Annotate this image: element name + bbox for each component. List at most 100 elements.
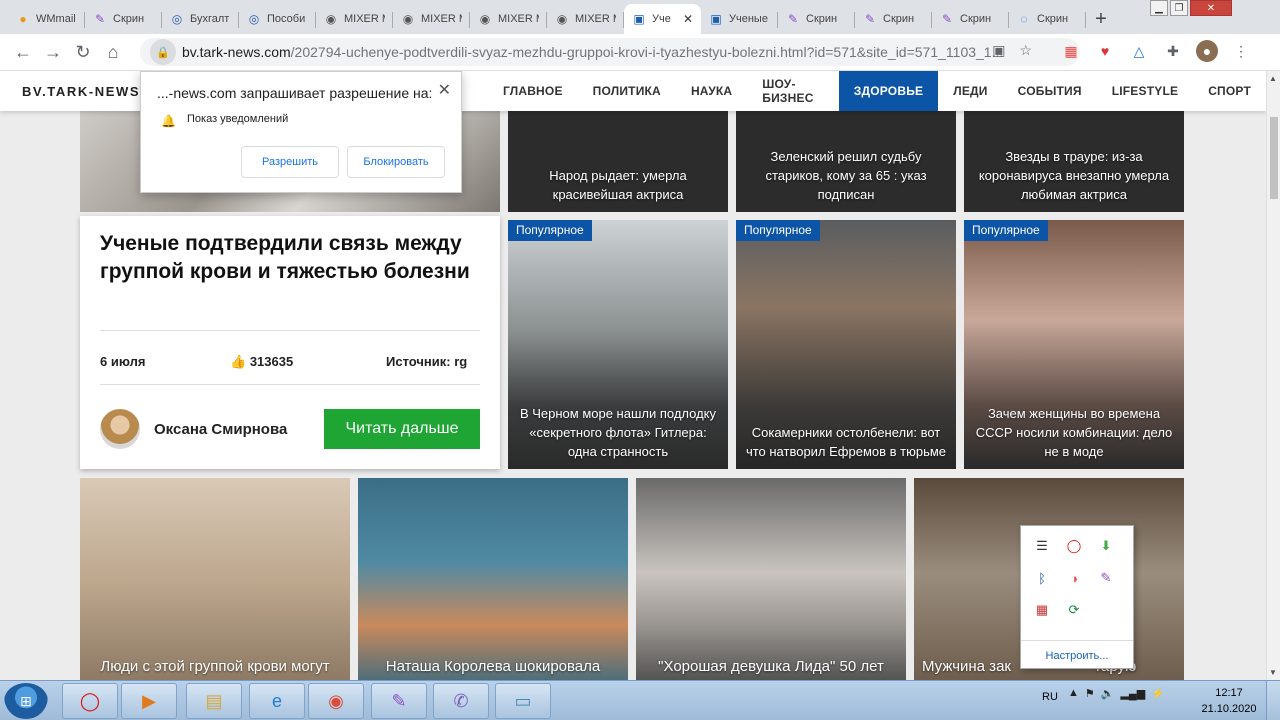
start-button[interactable]: ⊞ xyxy=(4,683,48,719)
popular-card[interactable]: Популярное В Черном море нашли подлодку … xyxy=(508,220,728,469)
feather-icon: ✎ xyxy=(941,12,953,26)
tray-expand-icon[interactable]: ▲ xyxy=(1068,687,1079,700)
tab-3[interactable]: ◎ Пособи xyxy=(239,4,316,34)
globe-icon: ◎ xyxy=(171,12,183,26)
feather-taskbar-icon[interactable]: ✎ xyxy=(371,683,427,719)
close-icon[interactable]: ✕ xyxy=(438,80,451,100)
home-icon[interactable]: ⌂ xyxy=(98,37,128,67)
opera-tray-icon[interactable]: ◯ xyxy=(1063,536,1085,556)
window-close-icon[interactable]: ✕ xyxy=(1190,0,1232,16)
tab-5[interactable]: ◉ MIXER M xyxy=(393,4,470,34)
popular-card[interactable]: Популярное Сокамерники остолбенели: вот … xyxy=(736,220,956,469)
tray-overflow-popup: ☰ ◯ ⬇ ᛒ ◑ ✎ ▦ ⟳ Настроить... xyxy=(1020,525,1134,669)
opera-taskbar-icon[interactable]: ◯ xyxy=(62,683,118,719)
power-icon[interactable]: ⚡ xyxy=(1151,687,1165,700)
pin-extension-icon[interactable]: ♥ xyxy=(1094,40,1116,62)
lock-icon[interactable]: 🔒 xyxy=(150,39,176,65)
menu-dots-icon[interactable]: ⋮ xyxy=(1230,40,1252,62)
notifications-blocked-icon[interactable]: ▣ xyxy=(992,42,1005,59)
new-tab-button[interactable]: + xyxy=(1086,4,1116,34)
clock[interactable]: 12:17 21.10.2020 xyxy=(1200,685,1258,717)
network-signal-icon[interactable]: ▂▄▆ xyxy=(1120,687,1145,700)
chrome-taskbar-icon[interactable]: ◉ xyxy=(308,683,364,719)
tray-settings-icon[interactable]: ☰ xyxy=(1031,536,1053,556)
bluetooth-icon[interactable]: ᛒ xyxy=(1031,568,1053,588)
menu-item-politics[interactable]: ПОЛИТИКА xyxy=(578,71,676,111)
profile-avatar[interactable]: ● xyxy=(1196,40,1218,62)
extensions: ▦ ♥ △ ✚ ● ⋮ xyxy=(1060,40,1252,62)
popular-card[interactable]: Популярное Зачем женщины во времена СССР… xyxy=(964,220,1184,469)
tab-6[interactable]: ◉ MIXER M xyxy=(470,4,547,34)
tab-8-active[interactable]: ▣ Уче ✕ xyxy=(624,4,701,34)
grid-tray-icon[interactable]: ▦ xyxy=(1031,600,1053,620)
download-arrow-icon[interactable]: ⬇ xyxy=(1095,536,1117,556)
sync-tray-icon[interactable]: ◑ xyxy=(1063,568,1085,588)
reload-icon[interactable]: ↻ xyxy=(68,37,98,67)
menu-item-events[interactable]: СОБЫТИЯ xyxy=(1003,71,1097,111)
tab-13[interactable]: ◌ Скрин xyxy=(1009,4,1086,34)
address-bar[interactable]: 🔒 bv.tark-news.com/202794-uchenye-podtve… xyxy=(140,38,1080,66)
menu-item-ladies[interactable]: ЛЕДИ xyxy=(938,71,1002,111)
file-explorer-taskbar-icon[interactable]: ▤ xyxy=(186,683,242,719)
read-more-button[interactable]: Читать дальше xyxy=(324,409,480,449)
news-card[interactable]: Звезды в трауре: из-за коронавируса внез… xyxy=(964,111,1184,212)
delta-extension-icon[interactable]: △ xyxy=(1128,40,1150,62)
scroll-thumb[interactable] xyxy=(1270,117,1278,199)
internet-explorer-taskbar-icon[interactable]: e xyxy=(249,683,305,719)
permission-desc: Показ уведомлений xyxy=(187,113,289,125)
article-title[interactable]: Ученые подтвердили связь между группой к… xyxy=(100,230,480,286)
forward-icon[interactable]: → xyxy=(38,37,68,67)
news-card[interactable]: "Хорошая девушка Лида" 50 лет xyxy=(636,478,906,680)
show-desktop-button[interactable] xyxy=(1266,681,1280,720)
language-indicator[interactable]: RU xyxy=(1042,691,1058,703)
allow-button[interactable]: Разрешить xyxy=(241,146,339,178)
article-card: Ученые подтвердили связь между группой к… xyxy=(80,216,500,469)
news-card[interactable]: Люди с этой группой крови могут xyxy=(80,478,350,680)
close-tab-icon[interactable]: ✕ xyxy=(683,12,693,26)
likes-count: 313635 xyxy=(249,354,294,369)
minimize-icon[interactable]: ▁ xyxy=(1150,0,1168,16)
menu-item-showbiz[interactable]: ШОУ-БИЗНЕС xyxy=(747,71,838,111)
tab-label: Уче xyxy=(652,13,671,25)
tab-9[interactable]: ▣ Ученые xyxy=(701,4,778,34)
menu-item-science[interactable]: НАУКА xyxy=(676,71,747,111)
volume-icon[interactable]: 🔈 xyxy=(1101,687,1115,700)
puzzle-icon[interactable]: ✚ xyxy=(1162,40,1184,62)
restore-icon[interactable]: ❐ xyxy=(1170,0,1188,16)
site-logo[interactable]: BV.TARK-NEWS xyxy=(22,84,140,99)
tab-2[interactable]: ◎ Бухгалт xyxy=(162,4,239,34)
menu-item-lifestyle[interactable]: LIFESTYLE xyxy=(1097,71,1193,111)
news-card[interactable]: Народ рыдает: умерла красивейшая актриса xyxy=(508,111,728,212)
apps-grid-icon[interactable]: ▦ xyxy=(1060,40,1082,62)
bookmark-star-icon[interactable]: ☆ xyxy=(1019,42,1032,59)
back-icon[interactable]: ← xyxy=(8,37,38,67)
tab-10[interactable]: ✎ Скрин xyxy=(778,4,855,34)
article-date: 6 июля xyxy=(100,354,146,369)
block-button[interactable]: Блокировать xyxy=(347,146,445,178)
green-sync-icon[interactable]: ⟳ xyxy=(1063,600,1085,620)
vertical-scrollbar[interactable]: ▲ ▼ xyxy=(1266,71,1280,680)
author-avatar xyxy=(100,409,140,449)
flag-icon[interactable]: ⚑ xyxy=(1085,687,1095,700)
feather-tray-icon[interactable]: ✎ xyxy=(1095,568,1117,588)
scroll-up-icon[interactable]: ▲ xyxy=(1269,74,1277,83)
feather-icon: ✎ xyxy=(864,12,876,26)
tab-7[interactable]: ◉ MIXER M xyxy=(547,4,624,34)
tab-11[interactable]: ✎ Скрин xyxy=(855,4,932,34)
omnibox-actions: ▣ ☆ xyxy=(992,42,1032,59)
menu-item-sport[interactable]: СПОРТ xyxy=(1193,71,1266,111)
news-card[interactable]: Наташа Королева шокировала xyxy=(358,478,628,680)
notepad-taskbar-icon[interactable]: ▭ xyxy=(495,683,551,719)
tab-12[interactable]: ✎ Скрин xyxy=(932,4,1009,34)
tab-4[interactable]: ◉ MIXER M xyxy=(316,4,393,34)
menu-item-main[interactable]: ГЛАВНОЕ xyxy=(488,71,578,111)
tab-1[interactable]: ✎ Скрин xyxy=(85,4,162,34)
scroll-down-icon[interactable]: ▼ xyxy=(1269,668,1277,677)
viber-taskbar-icon[interactable]: ✆ xyxy=(433,683,489,719)
tab-0[interactable]: ● WMmail xyxy=(8,4,85,34)
divider xyxy=(100,330,480,331)
customize-link[interactable]: Настроить... xyxy=(1021,650,1133,662)
menu-item-health[interactable]: ЗДОРОВЬЕ xyxy=(838,71,939,111)
media-player-taskbar-icon[interactable]: ▶ xyxy=(121,683,177,719)
news-card[interactable]: Зеленский решил судьбу стариков, кому за… xyxy=(736,111,956,212)
